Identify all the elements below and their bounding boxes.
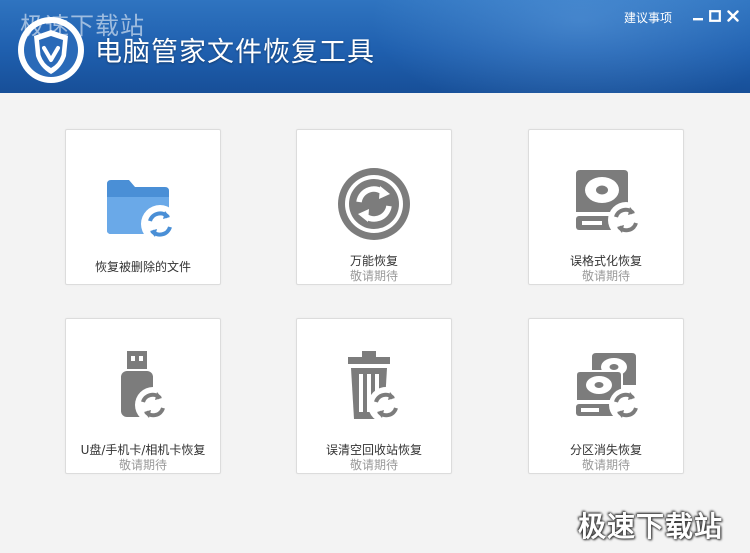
usb-drive-restore-icon bbox=[121, 351, 171, 423]
suggestion-link[interactable]: 建议事项 bbox=[624, 9, 672, 26]
tile-partition-recovery[interactable]: 分区消失恢复 敬请期待 bbox=[528, 318, 684, 474]
tile-status: 敬请期待 bbox=[349, 269, 398, 283]
watermark-bottom: 极速下载站 bbox=[578, 510, 724, 543]
recycle-arrows-icon bbox=[338, 168, 410, 240]
close-button[interactable] bbox=[725, 8, 741, 24]
tile-status: 敬请期待 bbox=[349, 458, 398, 472]
minimize-icon bbox=[693, 18, 703, 21]
tile-recycle-bin-recovery[interactable]: 误清空回收站恢复 敬请期待 bbox=[296, 318, 452, 474]
tile-format-recovery[interactable]: 误格式化恢复 敬请期待 bbox=[528, 129, 684, 285]
folder-restore-icon bbox=[107, 180, 179, 243]
app-title: 电脑管家文件恢复工具 bbox=[95, 37, 375, 68]
title-bar: 极速下载站 电脑管家文件恢复工具 建议事项 bbox=[0, 0, 750, 93]
tile-status: 敬请期待 bbox=[581, 269, 630, 283]
tile-status: 敬请期待 bbox=[581, 458, 630, 472]
tile-recover-deleted-files[interactable]: 恢复被删除的文件 bbox=[65, 129, 221, 285]
tile-usb-card-recovery[interactable]: U盘/手机卡/相机卡恢复 敬请期待 bbox=[65, 318, 221, 474]
hard-disk-restore-icon bbox=[576, 170, 644, 238]
maximize-button[interactable] bbox=[707, 8, 723, 24]
tile-label: 恢复被删除的文件 bbox=[94, 260, 191, 274]
maximize-icon bbox=[709, 10, 721, 22]
tile-universal-recovery[interactable]: 万能恢复 敬请期待 bbox=[296, 129, 452, 285]
tile-status: 敬请期待 bbox=[118, 458, 167, 472]
partition-restore-icon bbox=[575, 353, 643, 422]
minimize-button[interactable] bbox=[690, 8, 706, 24]
trash-restore-icon bbox=[348, 351, 404, 423]
close-icon bbox=[727, 10, 739, 22]
